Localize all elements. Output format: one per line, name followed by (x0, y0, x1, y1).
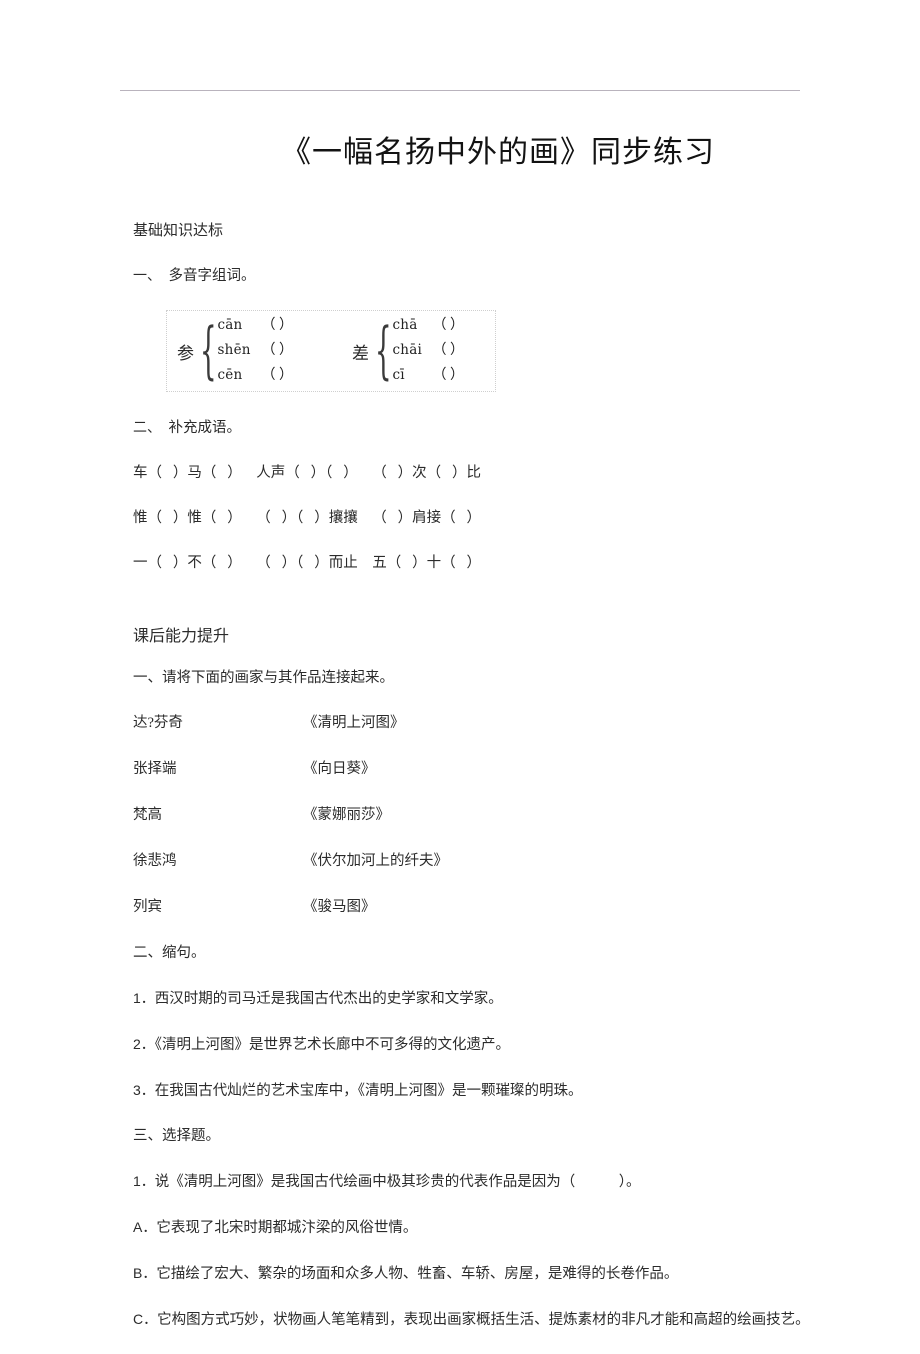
artwork-title: 《伏尔加河上的纤夫》 (303, 853, 448, 869)
section-heading-advanced: 课后能力提升 (133, 628, 230, 645)
question-1-1-text: 多音字组词。 (168, 268, 256, 284)
artwork-title: 《向日葵》 (303, 761, 376, 777)
pinyin-row: shēn （ ） (218, 339, 330, 364)
stem-text: 说《清明上河图》是我国古代绘画中极其珍贵的代表作品是因为（ ）。 (154, 1174, 641, 1190)
item-text: 西汉时期的司马迁是我国古代杰出的史学家和文学家。 (154, 991, 503, 1007)
pinyin-answer-blank[interactable]: （ ） (262, 364, 330, 384)
painter-name: 张择端 (133, 761, 177, 777)
question-2-1-text: 请将下面的画家与其作品连接起来。 (162, 670, 394, 686)
question-1-2-prompt: 二、 补充成语。 (133, 416, 833, 439)
page-title: 《一幅名扬中外的画》同步练习 (281, 136, 715, 169)
pinyin-group-character: 差 (352, 343, 369, 363)
pinyin-answer-blank[interactable]: （ ） (262, 339, 330, 359)
option-key: B． (133, 1265, 157, 1281)
document-page: 《一幅名扬中外的画》同步练习 基础知识达标 一、 多音字组词。 参 { cān … (0, 0, 920, 1328)
pinyin-answer-blank[interactable]: （ ） (433, 339, 491, 359)
pinyin-reading: cēn (217, 366, 243, 383)
option-text: 它描绘了宏大、繁杂的场面和众多人物、牲畜、车轿、房屋，是难得的长卷作品。 (156, 1266, 679, 1282)
left-brace-icon: { (374, 315, 392, 387)
painter-name: 列宾 (133, 899, 162, 915)
multiple-choice-stem[interactable]: 1．说《清明上河图》是我国古代绘画中极其珍贵的代表作品是因为（ ）。 (133, 1170, 833, 1193)
option-text: 它构图方式巧妙，状物画人笔笔精到，表现出画家概括生活、提炼素材的非凡才能和高超的… (157, 1312, 810, 1328)
painter-name: 徐悲鸿 (133, 853, 177, 869)
artwork-title: 《骏马图》 (303, 899, 376, 915)
question-2-2-label: 二、 (133, 945, 162, 961)
match-list-item[interactable]: 徐悲鸿 《伏尔加河上的纤夫》 (133, 850, 833, 872)
item-number: 3． (133, 1082, 155, 1098)
item-text: 《清明上河图》是世界艺术长廊中不可多得的文化遗产。 (154, 1037, 511, 1053)
question-2-1-label: 一、 (133, 670, 162, 686)
question-1-2-text: 补充成语。 (168, 420, 242, 436)
option-key: C． (133, 1311, 158, 1327)
question-2-1-prompt: 一、请将下面的画家与其作品连接起来。 (133, 667, 833, 689)
pinyin-row: chā （ ） (393, 314, 491, 339)
pinyin-row: cēn （ ） (218, 364, 330, 389)
choice-option-c[interactable]: C．它构图方式巧妙，状物画人笔笔精到，表现出画家概括生活、提炼素材的非凡才能和高… (133, 1308, 833, 1331)
question-1-1-prompt: 一、 多音字组词。 (133, 264, 833, 287)
polyphone-pinyin-table: 参 { cān （ ） shēn （ ） cēn （ ） 差 {chā （ ）… (166, 310, 496, 392)
question-2-3-text: 选择题。 (162, 1128, 220, 1144)
section-heading-basics: 基础知识达标 (133, 223, 224, 239)
pinyin-row: cān （ ） (218, 314, 330, 339)
pinyin-answer-blank[interactable]: （ ） (433, 364, 491, 384)
question-1-1-label: 一、 (133, 267, 154, 283)
question-1-2-label: 二、 (133, 419, 154, 435)
choice-option-b[interactable]: B．它描绘了宏大、繁杂的场面和众多人物、牲畜、车轿、房屋，是难得的长卷作品。 (133, 1262, 833, 1285)
item-number: 1． (133, 990, 155, 1006)
sentence-reduce-item[interactable]: 1．西汉时期的司马迁是我国古代杰出的史学家和文学家。 (133, 987, 833, 1010)
question-2-3-prompt: 三、选择题。 (133, 1125, 833, 1147)
match-list-item[interactable]: 梵高 《蒙娜丽莎》 (133, 804, 833, 826)
question-2-2-prompt: 二、缩句。 (133, 942, 833, 964)
pinyin-reading: cān (217, 316, 243, 333)
pinyin-row: cī （ ） (393, 364, 491, 389)
pinyin-row: chāi （ ） (393, 339, 491, 364)
pinyin-group-character: 参 (177, 343, 194, 363)
pinyin-answer-blank[interactable]: （ ） (433, 314, 491, 334)
choice-option-a[interactable]: A．它表现了北宋时期都城汴梁的风俗世情。 (133, 1216, 833, 1239)
pinyin-group-can: 参 { cān （ ） shēn （ ） cēn （ ） (177, 311, 330, 391)
pinyin-rows: cān （ ） shēn （ ） cēn （ ） (218, 314, 330, 389)
idiom-fill-line[interactable]: 一（ ）不（ ） （ ）（ ）而止 五（ ）十（ ） (133, 552, 833, 574)
question-2-3-label: 三、 (133, 1128, 162, 1144)
pinyin-rows: chā （ ） chāi （ ） cī （ ） (393, 314, 491, 389)
question-2-2-text: 缩句。 (162, 945, 206, 961)
option-key: A． (133, 1219, 157, 1235)
document-body: 《一幅名扬中外的画》同步练习 基础知识达标 一、 多音字组词。 参 { cān … (133, 130, 833, 1354)
option-text: 它表现了北宋时期都城汴梁的风俗世情。 (156, 1220, 418, 1236)
pinyin-reading: cī (392, 366, 405, 383)
artwork-title: 《清明上河图》 (303, 715, 405, 731)
sentence-reduce-item[interactable]: 3．在我国古代灿烂的艺术宝库中，《清明上河图》是一颗璀璨的明珠。 (133, 1079, 833, 1102)
item-number: 2． (133, 1036, 155, 1052)
pinyin-reading: chāi (392, 341, 422, 358)
item-number: 1． (133, 1173, 155, 1189)
left-brace-icon: { (199, 315, 217, 387)
pinyin-answer-blank[interactable]: （ ） (262, 314, 330, 334)
item-text: 在我国古代灿烂的艺术宝库中，《清明上河图》是一颗璀璨的明珠。 (154, 1083, 583, 1099)
pinyin-group-cha: 差 { chā （ ） chāi （ ） cī （ ） (352, 311, 491, 391)
pinyin-reading: chā (392, 316, 418, 333)
painter-name: 梵高 (133, 807, 162, 823)
match-list-item[interactable]: 达?芬奇 《清明上河图》 (133, 712, 833, 734)
match-list-item[interactable]: 张择端 《向日葵》 (133, 758, 833, 780)
painter-name: 达?芬奇 (133, 715, 183, 731)
sentence-reduce-item[interactable]: 2．《清明上河图》是世界艺术长廊中不可多得的文化遗产。 (133, 1033, 833, 1056)
artwork-title: 《蒙娜丽莎》 (303, 807, 390, 823)
header-divider-rule (120, 90, 800, 91)
match-list-item[interactable]: 列宾 《骏马图》 (133, 896, 833, 918)
idiom-fill-line[interactable]: 惟（ ）惟（ ） （ ）（ ）攘攘 （ ）肩接（ ） (133, 507, 833, 529)
idiom-fill-line[interactable]: 车（ ）马（ ） 人声（ ）（ ） （ ）次（ ）比 (133, 462, 833, 484)
pinyin-reading: shēn (217, 341, 251, 358)
